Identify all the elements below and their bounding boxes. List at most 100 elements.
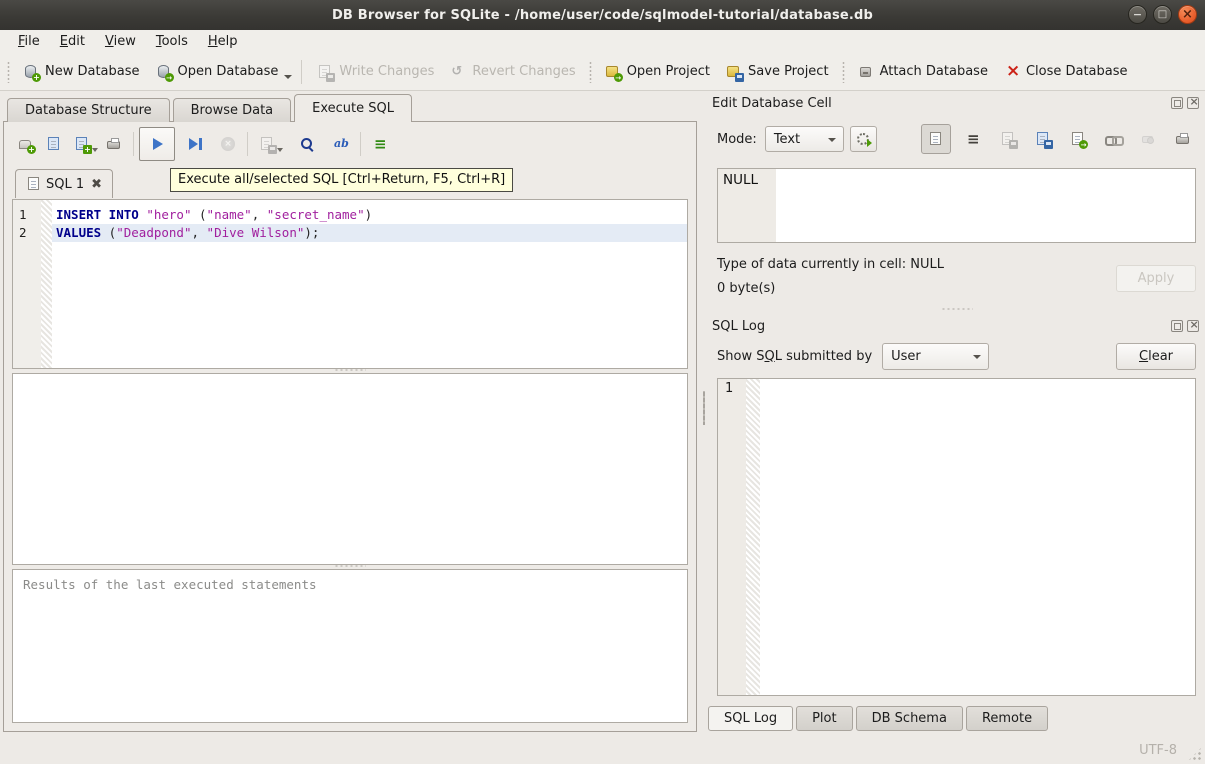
close-sql-tab-icon[interactable]: ✖ bbox=[91, 177, 102, 192]
open-sql-file-icon bbox=[46, 136, 62, 152]
filter-label: Show SQL submitted by bbox=[717, 349, 872, 364]
mode-select[interactable]: Text bbox=[765, 126, 844, 152]
dock-tab-db-schema[interactable]: DB Schema bbox=[856, 706, 963, 731]
menu-tools[interactable]: Tools bbox=[146, 32, 198, 51]
open-database-dropdown[interactable] bbox=[284, 75, 292, 79]
sql-log-view[interactable]: 1 bbox=[717, 378, 1196, 696]
new-sql-tab-button[interactable] bbox=[12, 130, 40, 158]
maximize-button[interactable] bbox=[1153, 5, 1172, 24]
log-content bbox=[760, 379, 1195, 695]
edit-cell-title: Edit Database Cell bbox=[712, 96, 1171, 111]
apply-settings-button[interactable] bbox=[850, 126, 877, 152]
sql-log-filter-row: Show SQL submitted by User Clear bbox=[717, 342, 1196, 370]
open-sql-file-button[interactable] bbox=[40, 130, 68, 158]
save-as-icon bbox=[1035, 131, 1051, 147]
clear-log-button[interactable]: Clear bbox=[1116, 343, 1196, 370]
float-dock-icon[interactable] bbox=[1171, 320, 1183, 332]
menu-edit[interactable]: Edit bbox=[50, 32, 95, 51]
statusbar: UTF-8 bbox=[0, 735, 1205, 764]
stop-icon bbox=[220, 136, 236, 152]
window-controls bbox=[1128, 5, 1197, 24]
toolbar-separator bbox=[301, 60, 302, 84]
menu-file[interactable]: File bbox=[8, 32, 50, 51]
right-pane: Edit Database Cell Mode: Text bbox=[708, 91, 1205, 735]
find-replace-icon bbox=[333, 136, 349, 152]
main-area: Database Structure Browse Data Execute S… bbox=[0, 91, 1205, 735]
dock-tab-remote[interactable]: Remote bbox=[966, 706, 1048, 731]
titlebar: DB Browser for SQLite - /home/user/code/… bbox=[0, 0, 1205, 31]
execute-current-line-icon bbox=[187, 136, 203, 152]
set-null-button bbox=[1135, 126, 1161, 152]
save-sql-dropdown[interactable] bbox=[92, 148, 98, 152]
new-database-button[interactable]: New Database bbox=[15, 60, 148, 84]
text-document-icon bbox=[928, 131, 944, 147]
write-changes-button: Write Changes bbox=[309, 60, 442, 84]
dock-tabbar: SQL Log Plot DB Schema Remote bbox=[708, 706, 1048, 732]
revert-changes-button: Revert Changes bbox=[442, 60, 583, 84]
resize-grip[interactable] bbox=[1188, 747, 1202, 761]
save-sql-file-button[interactable] bbox=[68, 130, 96, 158]
find-button[interactable] bbox=[293, 130, 321, 158]
menubar: File Edit View Tools Help bbox=[0, 30, 1205, 53]
save-as-button[interactable] bbox=[1030, 126, 1056, 152]
find-replace-button[interactable] bbox=[327, 130, 355, 158]
attach-database-button[interactable]: Attach Database bbox=[850, 60, 996, 84]
menu-view[interactable]: View bbox=[95, 32, 146, 51]
close-button[interactable] bbox=[1178, 5, 1197, 24]
log-source-select[interactable]: User bbox=[882, 343, 989, 370]
execute-sql-panel: SQL 1 ✖ Execute all/selected SQL [Ctrl+R… bbox=[3, 121, 697, 732]
format-sql-button[interactable] bbox=[366, 130, 394, 158]
encoding-indicator[interactable]: UTF-8 bbox=[1139, 743, 1177, 758]
log-fold-margin bbox=[746, 379, 760, 695]
cell-value-editor[interactable]: NULL bbox=[717, 168, 1196, 243]
save-sql-file-icon bbox=[74, 136, 90, 152]
format-sql-icon bbox=[372, 136, 388, 152]
sql-log-dock-header: SQL Log bbox=[712, 317, 1199, 335]
save-results-button bbox=[253, 130, 281, 158]
close-dock-icon[interactable] bbox=[1187, 97, 1199, 109]
sql-code-editor[interactable]: 1 2 INSERT INTO "hero" ("name", "secret_… bbox=[12, 199, 688, 369]
minimize-button[interactable] bbox=[1128, 5, 1147, 24]
execute-all-button[interactable] bbox=[139, 127, 175, 161]
execute-current-line-button[interactable] bbox=[181, 130, 209, 158]
edit-cell-dock-header: Edit Database Cell bbox=[712, 94, 1199, 112]
new-database-icon bbox=[23, 64, 39, 80]
chevron-down-icon bbox=[828, 138, 836, 142]
tab-execute-sql[interactable]: Execute SQL bbox=[294, 94, 412, 122]
cell-mode-row: Mode: Text bbox=[717, 124, 1196, 154]
dock-tab-sql-log[interactable]: SQL Log bbox=[708, 706, 793, 731]
open-in-browser-button[interactable] bbox=[1100, 126, 1126, 152]
open-database-button[interactable]: Open Database bbox=[148, 60, 287, 84]
text-mode-button[interactable] bbox=[921, 124, 951, 154]
dock-splitter[interactable] bbox=[708, 305, 1205, 313]
float-dock-icon[interactable] bbox=[1171, 97, 1183, 109]
log-line-gutter: 1 bbox=[718, 379, 746, 695]
menu-help[interactable]: Help bbox=[198, 32, 248, 51]
dock-tab-plot[interactable]: Plot bbox=[796, 706, 853, 731]
print-icon bbox=[1175, 131, 1191, 147]
print-sql-button[interactable] bbox=[100, 130, 128, 158]
close-dock-icon[interactable] bbox=[1187, 320, 1199, 332]
open-project-button[interactable]: Open Project bbox=[597, 60, 718, 84]
print-cell-button[interactable] bbox=[1170, 126, 1196, 152]
export-data-button[interactable] bbox=[1065, 126, 1091, 152]
cell-text-area[interactable] bbox=[776, 169, 1195, 242]
vertical-splitter[interactable] bbox=[700, 91, 708, 735]
code-area[interactable]: INSERT INTO "hero" ("name", "secret_name… bbox=[52, 200, 687, 368]
cell-editor-toolbar bbox=[921, 124, 1196, 154]
close-database-button[interactable]: Close Database bbox=[996, 60, 1136, 84]
word-wrap-button[interactable] bbox=[960, 126, 986, 152]
toolbar-handle[interactable] bbox=[841, 61, 846, 83]
tab-browse-data[interactable]: Browse Data bbox=[173, 98, 292, 122]
sql-editor-tab[interactable]: SQL 1 ✖ bbox=[15, 169, 113, 198]
fold-margin bbox=[41, 200, 52, 368]
toolbar-handle[interactable] bbox=[588, 61, 593, 83]
stop-execution-button bbox=[214, 130, 242, 158]
save-project-button[interactable]: Save Project bbox=[718, 60, 837, 84]
save-results-icon bbox=[259, 136, 275, 152]
toolbar-handle[interactable] bbox=[6, 61, 11, 83]
cell-size-info: 0 byte(s) bbox=[717, 281, 775, 296]
tab-database-structure[interactable]: Database Structure bbox=[7, 98, 170, 122]
chevron-down-icon bbox=[973, 355, 981, 359]
apply-button: Apply bbox=[1116, 265, 1196, 292]
